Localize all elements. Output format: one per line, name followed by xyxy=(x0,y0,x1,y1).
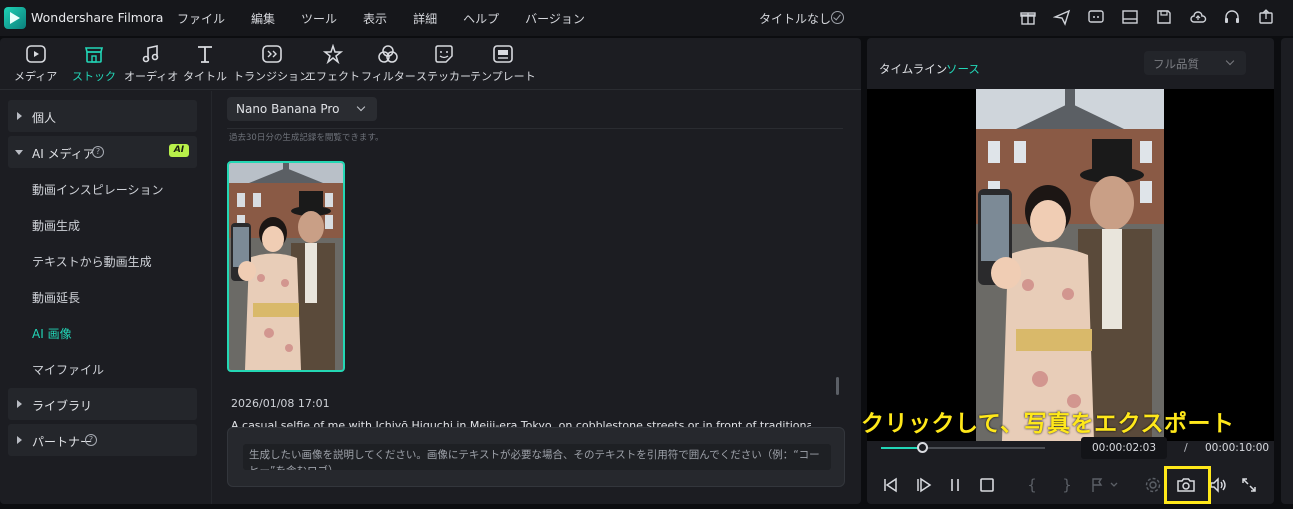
ai-badge: AI xyxy=(169,144,189,157)
tab-timeline[interactable]: タイムライン xyxy=(879,61,947,77)
help-icon[interactable]: ? xyxy=(85,434,97,446)
toolbar-stock[interactable]: ストック xyxy=(72,44,116,84)
progress-fill xyxy=(881,447,922,449)
sidebar-item-video-inspiration[interactable]: 動画インスピレーション xyxy=(32,181,164,198)
chevron-right-icon xyxy=(17,112,22,120)
scrollbar[interactable] xyxy=(836,377,839,395)
save-icon[interactable] xyxy=(1155,8,1173,26)
menu-advanced[interactable]: 詳細 xyxy=(413,10,437,27)
cloud-icon[interactable] xyxy=(1189,8,1207,26)
divider xyxy=(227,128,843,129)
menu-edit[interactable]: 編集 xyxy=(251,10,275,27)
chat-icon[interactable] xyxy=(1087,8,1105,26)
fullscreen-icon[interactable] xyxy=(1240,476,1258,494)
menu-help[interactable]: ヘルプ xyxy=(463,10,499,27)
sidebar-group-ai-media[interactable]: AI メディア ? AI xyxy=(8,136,197,168)
chevron-down-icon xyxy=(1225,56,1235,66)
sidebar-item-text-to-video[interactable]: テキストから動画生成 xyxy=(32,253,152,270)
toolbar-effect[interactable]: エフェクト xyxy=(305,43,360,84)
menu-file[interactable]: ファイル xyxy=(177,10,225,27)
document-title: タイトルなし xyxy=(759,12,832,26)
media-icon xyxy=(25,44,47,64)
stop-icon[interactable] xyxy=(978,476,996,494)
right-edge-panel xyxy=(1281,38,1293,504)
history-hint: 過去30日分の生成記録を閲覧できます。 xyxy=(229,133,384,143)
export-icon[interactable] xyxy=(1257,8,1275,26)
prev-frame-icon[interactable] xyxy=(881,476,899,494)
toolbar-filter[interactable]: フィルター xyxy=(361,44,416,84)
chevron-right-icon xyxy=(17,400,22,408)
menu-view[interactable]: 表示 xyxy=(363,10,387,27)
preview-viewport xyxy=(867,89,1274,441)
sidebar-item-video-generation[interactable]: 動画生成 xyxy=(32,217,80,234)
prompt-input[interactable]: 生成したい画像を説明してください。画像にテキストが必要な場合、そのテキストを引用… xyxy=(243,444,831,470)
toolbar-media[interactable]: メディア xyxy=(14,44,57,84)
quality-select[interactable]: フル品質 xyxy=(1144,51,1246,75)
title-icon xyxy=(194,44,216,64)
mark-out-icon[interactable]: } xyxy=(1060,476,1074,494)
tutorial-annotation: クリックして、写真をエクスポート xyxy=(861,411,1235,437)
app-name: Wondershare Filmora xyxy=(31,10,164,25)
toolbar-audio[interactable]: オーディオ xyxy=(124,44,178,84)
current-time: 00:00:02:03 xyxy=(1081,437,1167,459)
effect-icon xyxy=(322,43,344,65)
time-separator: / xyxy=(1184,441,1188,454)
toolbar-title[interactable]: タイトル xyxy=(183,44,227,84)
layout-icon[interactable] xyxy=(1121,8,1139,26)
title-tools xyxy=(1003,8,1275,26)
generated-image-thumbnail[interactable] xyxy=(227,161,345,372)
chevron-down-icon xyxy=(356,102,366,112)
sidebar-item-video-extend[interactable]: 動画延長 xyxy=(32,289,80,306)
filmora-logo-icon xyxy=(4,7,26,29)
toolbar-sticker[interactable]: ステッカー xyxy=(416,44,471,84)
sidebar-group-partner[interactable]: パートナー ? xyxy=(8,424,197,456)
next-frame-icon[interactable] xyxy=(914,476,932,494)
tab-source[interactable]: ソース xyxy=(946,61,980,77)
volume-icon[interactable] xyxy=(1208,476,1228,494)
progress-knob[interactable] xyxy=(917,442,928,453)
playback-progress[interactable] xyxy=(881,442,1045,453)
saved-check-icon xyxy=(831,11,844,24)
filter-icon xyxy=(377,44,399,64)
toolbar-template[interactable]: テンプレート xyxy=(470,44,536,84)
model-select[interactable]: Nano Banana Pro xyxy=(227,97,377,121)
media-toolbar: メディア ストック オーディオ タイトル トランジション エフェクト フィルター xyxy=(0,38,861,90)
marker-dropdown-icon[interactable] xyxy=(1089,476,1121,494)
title-bar: Wondershare Filmora ファイル 編集 ツール 表示 詳細 ヘル… xyxy=(0,0,1293,36)
template-icon xyxy=(492,44,514,64)
help-icon[interactable]: ? xyxy=(92,146,104,158)
audio-icon xyxy=(140,44,162,64)
menu-bar: ファイル 編集 ツール 表示 詳細 ヘルプ バージョン xyxy=(177,10,611,27)
mark-in-icon[interactable]: { xyxy=(1025,476,1039,494)
left-panel: メディア ストック オーディオ タイトル トランジション エフェクト フィルター xyxy=(0,38,861,504)
transition-icon xyxy=(261,44,283,64)
stock-sidebar: 個人 AI メディア ? AI 動画インスピレーション 動画生成 テキストから動… xyxy=(0,91,212,504)
headset-icon[interactable] xyxy=(1223,8,1241,26)
gift-icon[interactable] xyxy=(1019,8,1037,26)
sidebar-item-my-files[interactable]: マイファイル xyxy=(32,361,104,378)
menu-version[interactable]: バージョン xyxy=(525,10,585,27)
snapshot-highlight-box xyxy=(1164,466,1211,504)
preview-image xyxy=(976,89,1164,441)
menu-tools[interactable]: ツール xyxy=(301,10,337,27)
sticker-icon xyxy=(433,44,455,64)
sidebar-item-ai-image[interactable]: AI 画像 xyxy=(32,325,72,342)
settings-icon[interactable] xyxy=(1144,476,1162,494)
toolbar-transition[interactable]: トランジション xyxy=(233,44,310,84)
sidebar-group-personal[interactable]: 個人 xyxy=(8,100,197,132)
send-icon[interactable] xyxy=(1052,8,1071,26)
total-time: 00:00:10:00 xyxy=(1205,442,1270,454)
sidebar-group-library[interactable]: ライブラリ xyxy=(8,388,197,420)
generation-date: 2026/01/08 17:01 xyxy=(231,397,330,410)
chevron-right-icon xyxy=(17,436,22,444)
pause-icon[interactable] xyxy=(946,476,964,494)
chevron-down-icon xyxy=(15,150,23,155)
prompt-input-box[interactable]: 生成したい画像を説明してください。画像にテキストが必要な場合、そのテキストを引用… xyxy=(227,427,845,487)
stock-icon xyxy=(83,44,105,64)
